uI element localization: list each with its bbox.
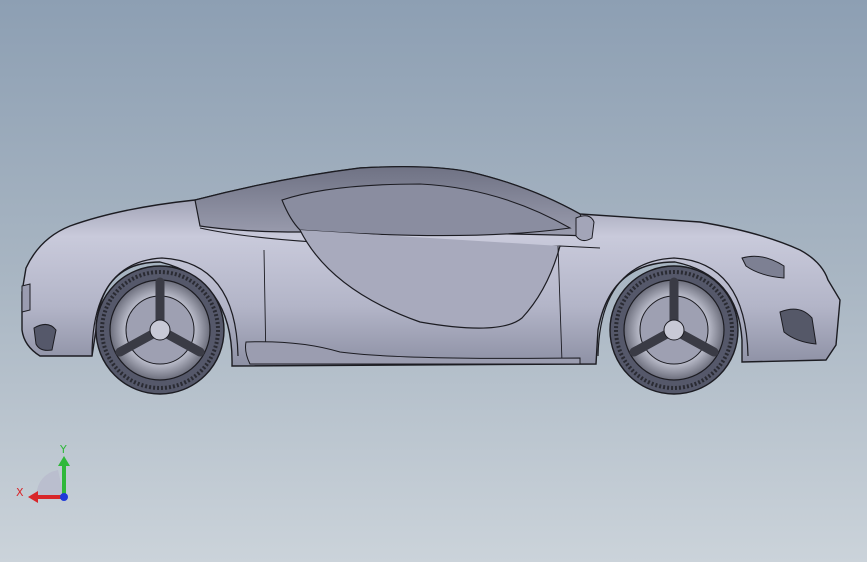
view-orientation-triad: Y X <box>16 443 70 503</box>
x-axis-arrow-icon <box>28 491 38 503</box>
triad-plane-shading <box>36 470 64 496</box>
y-axis-label: Y <box>59 443 67 456</box>
y-axis-arrow-icon <box>58 456 70 466</box>
x-axis-label: X <box>16 486 24 499</box>
z-axis-dot <box>60 493 68 501</box>
graphics-viewport[interactable]: Y X <box>0 0 867 562</box>
